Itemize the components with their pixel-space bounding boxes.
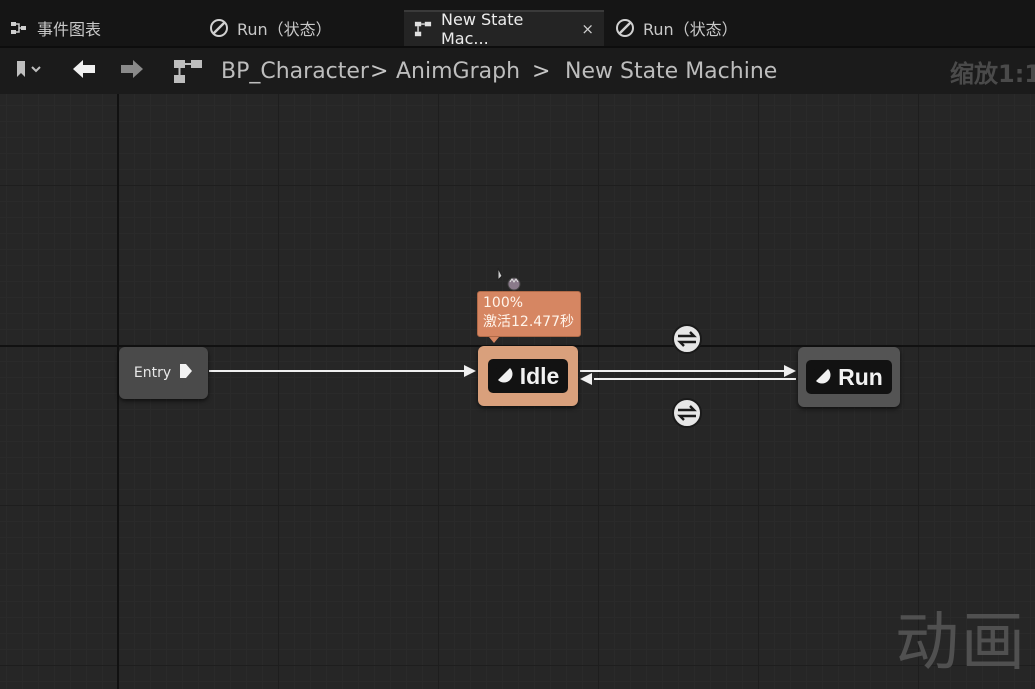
transition-rule-run-to-idle-icon[interactable]: [672, 398, 702, 428]
breadcrumb-separator: >: [532, 58, 551, 84]
breadcrumb-new-state-machine: New State Machine: [565, 58, 778, 84]
run-to-idle-arrowhead: [580, 373, 592, 385]
tab-label: New State Mac...: [441, 10, 524, 48]
state-node-run[interactable]: Run: [798, 347, 900, 407]
state-icon: [494, 364, 514, 388]
state-label: Idle: [519, 362, 560, 389]
idle-to-run-arrowhead: [784, 365, 796, 377]
state-debug-tooltip: 100% 激活12.477秒: [477, 291, 581, 337]
forward-button[interactable]: [114, 48, 150, 94]
graph-toolbar: BP_Character > AnimGraph > New State Mac…: [0, 48, 1035, 94]
breadcrumb-bp-character[interactable]: BP_Character: [221, 48, 369, 94]
tab-new-state-machine[interactable]: New State Mac... ×: [404, 10, 604, 48]
state-node-idle[interactable]: Idle: [478, 346, 578, 406]
state-label: Run: [838, 363, 883, 390]
entry-output-pin-icon[interactable]: [179, 363, 193, 383]
tooltip-pointer: [489, 337, 499, 343]
mouse-cursor-icon: [496, 266, 522, 296]
state-icon: [616, 19, 634, 37]
state-node-body: Idle: [487, 359, 569, 393]
tab-run-state[interactable]: Run（状态）: [200, 10, 400, 46]
bookmark-icon: [13, 59, 43, 83]
state-icon: [210, 19, 228, 37]
entry-label: Entry: [133, 365, 172, 381]
entry-wire-arrowhead: [464, 365, 476, 377]
state-node-body: Run: [806, 360, 892, 394]
arrow-left-icon: [71, 59, 97, 83]
transition-rule-idle-to-run-icon[interactable]: [672, 324, 702, 354]
tab-event-graph[interactable]: 事件图表: [0, 10, 190, 46]
zoom-level: 缩放1:1: [950, 59, 1035, 88]
event-graph-icon: [10, 19, 28, 37]
state-machine-icon: [414, 20, 432, 38]
entry-node[interactable]: Entry: [119, 347, 208, 399]
state-active-time: 激活12.477秒: [483, 314, 574, 330]
bookmark-dropdown-button[interactable]: [6, 48, 50, 94]
arrow-right-icon: [119, 59, 145, 83]
state-machine-graph-icon: [168, 48, 208, 94]
breadcrumb-animgraph[interactable]: AnimGraph: [396, 48, 520, 94]
tab-label: Run（状态）: [643, 20, 738, 39]
tab-label: Run（状态）: [237, 20, 332, 39]
graph-type-watermark: 动画: [895, 606, 1027, 680]
state-weight: 100%: [483, 295, 524, 311]
document-tab-bar: 事件图表 Run（状态） New State Mac... × Run（状态）: [0, 0, 1035, 48]
state-machine-graph-canvas[interactable]: Entry Idle Run 100% 激活12.477秒 动画: [0, 94, 1035, 689]
tab-run-state-2[interactable]: Run（状态）: [606, 10, 806, 46]
breadcrumb-separator: >: [370, 58, 389, 84]
tab-label: 事件图表: [37, 20, 102, 39]
close-tab-icon[interactable]: ×: [581, 20, 594, 38]
state-icon: [812, 365, 832, 389]
back-button[interactable]: [66, 48, 102, 94]
